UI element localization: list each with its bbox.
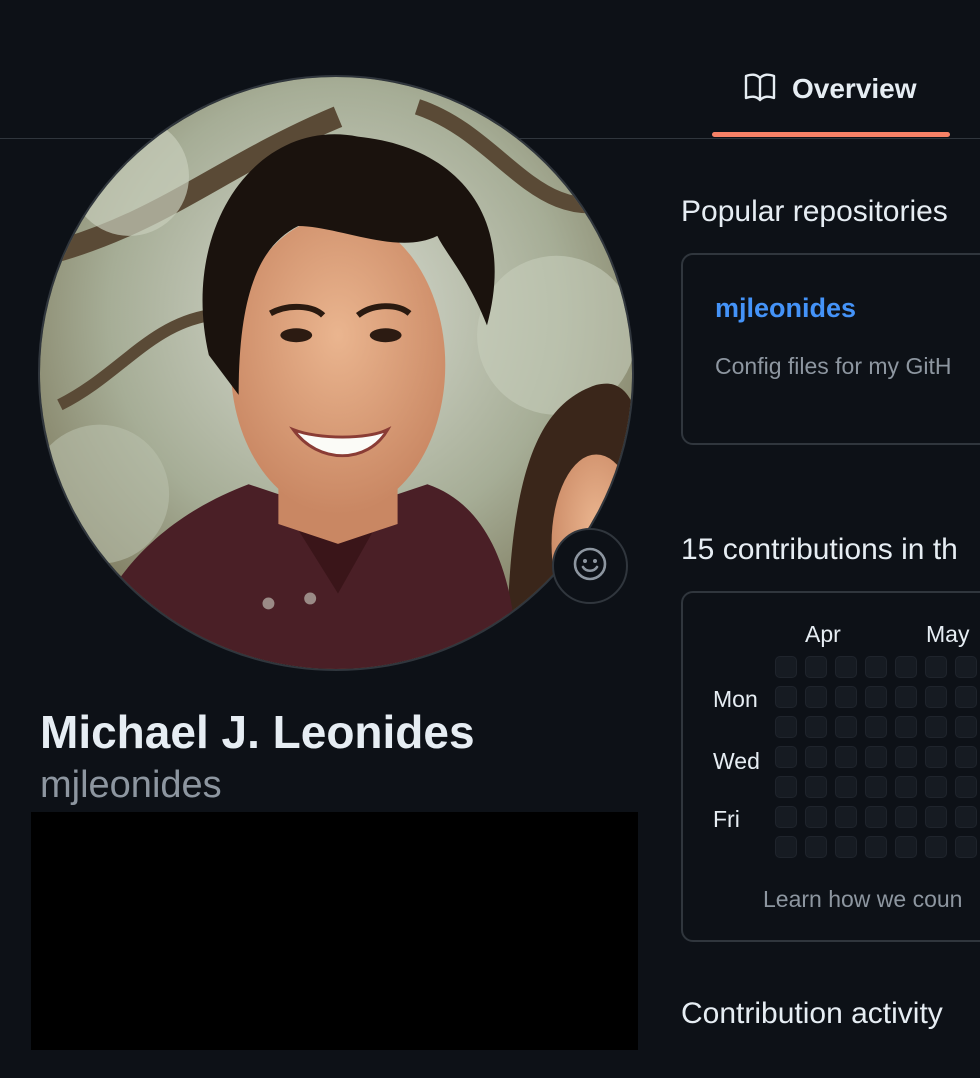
learn-contributions-link[interactable]: Learn how we coun <box>763 886 962 913</box>
contribution-day-cell[interactable] <box>805 656 827 678</box>
contribution-day-cell[interactable] <box>835 716 857 738</box>
profile-full-name: Michael J. Leonides <box>40 706 475 758</box>
contribution-day-cell[interactable] <box>925 776 947 798</box>
contribution-day-cell[interactable] <box>925 836 947 858</box>
day-label: Fri <box>713 806 740 832</box>
contribution-day-cell[interactable] <box>835 746 857 768</box>
contribution-day-cell[interactable] <box>955 686 977 708</box>
contribution-day-cell[interactable] <box>955 716 977 738</box>
smiley-icon <box>572 546 608 587</box>
contribution-day-cell[interactable] <box>805 716 827 738</box>
contribution-day-cell[interactable] <box>805 806 827 828</box>
contribution-graph: Apr May Mon Wed Fri Learn how we coun <box>681 591 980 942</box>
contribution-day-cell[interactable] <box>805 746 827 768</box>
day-label: Mon <box>713 686 758 712</box>
contribution-day-cell[interactable] <box>925 656 947 678</box>
tab-overview-label: Overview <box>792 73 917 104</box>
contributions-heading: 15 contributions in th <box>681 533 958 566</box>
contribution-day-cell[interactable] <box>865 746 887 768</box>
contribution-day-cell[interactable] <box>835 836 857 858</box>
tab-selected-underline <box>712 132 950 137</box>
set-status-button[interactable] <box>552 528 628 604</box>
contribution-activity-heading: Contribution activity <box>681 997 943 1030</box>
contribution-day-cell[interactable] <box>895 746 917 768</box>
contribution-day-cell[interactable] <box>865 656 887 678</box>
contribution-day-cell[interactable] <box>835 776 857 798</box>
contribution-day-cell[interactable] <box>895 806 917 828</box>
contribution-day-cell[interactable] <box>955 776 977 798</box>
contribution-day-cell[interactable] <box>865 836 887 858</box>
contribution-day-cell[interactable] <box>775 746 797 768</box>
redacted-region <box>31 812 638 1050</box>
contribution-day-cell[interactable] <box>955 836 977 858</box>
contribution-day-cell[interactable] <box>925 716 947 738</box>
popular-repositories-heading: Popular repositories <box>681 195 948 228</box>
contribution-day-cell[interactable] <box>895 656 917 678</box>
contribution-day-cell[interactable] <box>775 836 797 858</box>
month-label: May <box>926 621 970 647</box>
contribution-day-cell[interactable] <box>775 656 797 678</box>
contribution-day-cell[interactable] <box>835 686 857 708</box>
contribution-day-cell[interactable] <box>895 776 917 798</box>
book-icon <box>744 72 776 102</box>
contribution-day-cell[interactable] <box>775 686 797 708</box>
contribution-day-cell[interactable] <box>865 686 887 708</box>
contribution-day-cell[interactable] <box>865 716 887 738</box>
repo-link[interactable]: mjleonides <box>715 293 856 324</box>
contribution-day-cell[interactable] <box>805 686 827 708</box>
contribution-day-cell[interactable] <box>865 806 887 828</box>
contribution-day-cell[interactable] <box>805 836 827 858</box>
contribution-day-cell[interactable] <box>955 656 977 678</box>
contribution-day-cell[interactable] <box>925 806 947 828</box>
contribution-day-cell[interactable] <box>835 806 857 828</box>
contribution-day-cell[interactable] <box>775 806 797 828</box>
avatar[interactable] <box>38 75 634 671</box>
contribution-day-cell[interactable] <box>805 776 827 798</box>
tab-overview[interactable]: Overview <box>712 52 950 138</box>
profile-username: mjleonides <box>40 764 222 806</box>
contribution-day-cell[interactable] <box>775 716 797 738</box>
contribution-day-cell[interactable] <box>895 716 917 738</box>
contribution-day-cell[interactable] <box>955 806 977 828</box>
day-label: Wed <box>713 748 760 774</box>
contribution-day-cell[interactable] <box>895 686 917 708</box>
contribution-day-cell[interactable] <box>865 776 887 798</box>
month-label: Apr <box>805 621 841 647</box>
contribution-day-cell[interactable] <box>775 776 797 798</box>
contribution-day-cell[interactable] <box>835 656 857 678</box>
contribution-day-cell[interactable] <box>925 686 947 708</box>
contribution-day-cell[interactable] <box>925 746 947 768</box>
repo-description: Config files for my GitH <box>715 353 952 379</box>
profile-page: Overview Michael J. Leonides mjleonides … <box>0 0 980 1078</box>
repo-card: mjleonides Config files for my GitH <box>681 253 980 445</box>
contribution-day-cell[interactable] <box>955 746 977 768</box>
contribution-day-cell[interactable] <box>895 836 917 858</box>
